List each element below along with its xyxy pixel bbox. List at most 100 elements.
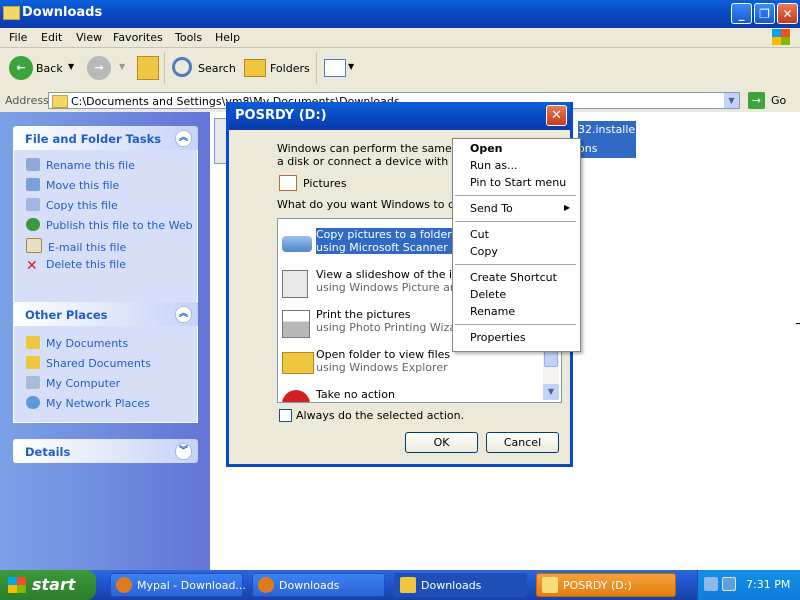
- views-icon[interactable]: [324, 59, 346, 77]
- search-button[interactable]: Search: [198, 62, 236, 75]
- menu-separator: [455, 264, 576, 265]
- action-title: Take no action: [316, 388, 395, 401]
- projector-screen-icon: [282, 270, 308, 298]
- place-my-computer[interactable]: My Computer: [26, 376, 120, 390]
- delete-x-icon: ✕: [26, 258, 38, 274]
- place-label: Shared Documents: [46, 357, 151, 370]
- back-dropdown-icon[interactable]: ▼: [68, 62, 74, 71]
- menu-item-run-as[interactable]: Run as...: [470, 159, 518, 172]
- email-icon: [26, 238, 42, 253]
- menu-favorites[interactable]: Favorites: [113, 31, 163, 44]
- menu-item-create-shortcut[interactable]: Create Shortcut: [470, 271, 557, 284]
- dialog-titlebar[interactable]: POSRDY (D:) ✕: [229, 102, 570, 130]
- views-dropdown-icon[interactable]: ▼: [348, 62, 354, 71]
- up-folder-icon[interactable]: [137, 56, 159, 80]
- content-type-label: Pictures: [303, 177, 347, 190]
- address-label: Address: [5, 94, 49, 107]
- copy-icon: [26, 198, 40, 211]
- menu-view[interactable]: View: [76, 31, 102, 44]
- always-checkbox[interactable]: [279, 409, 292, 422]
- network-tray-icon[interactable]: [704, 577, 718, 591]
- taskbar-item-label: Downloads: [421, 579, 482, 592]
- file-folder-tasks-panel: File and Folder Tasks ︽ Rename this file…: [13, 126, 198, 303]
- start-button[interactable]: start: [0, 570, 96, 600]
- go-arrow-icon[interactable]: →: [748, 92, 765, 109]
- windows-logo-icon: [772, 29, 790, 45]
- browser-icon: [258, 577, 274, 593]
- start-label: start: [32, 575, 76, 594]
- dialog-close-button[interactable]: ✕: [546, 105, 567, 126]
- task-label: Publish this file to the Web: [46, 219, 193, 232]
- back-button[interactable]: Back: [36, 62, 63, 75]
- taskbar-item-downloads-folder[interactable]: Downloads: [394, 573, 527, 597]
- address-dropdown-icon[interactable]: ▼: [724, 93, 739, 108]
- panel-title: File and Folder Tasks: [25, 132, 162, 146]
- go-button[interactable]: Go: [771, 94, 786, 107]
- task-rename[interactable]: Rename this file: [26, 158, 135, 172]
- folder-icon: [3, 6, 20, 20]
- task-copy[interactable]: Copy this file: [26, 198, 118, 212]
- task-email[interactable]: E-mail this file: [26, 238, 126, 254]
- folders-button[interactable]: Folders: [270, 62, 310, 75]
- panel-header[interactable]: Details ︾: [13, 439, 198, 463]
- menu-item-properties[interactable]: Properties: [470, 331, 526, 344]
- folders-icon[interactable]: [244, 59, 266, 77]
- collapse-chevron-icon[interactable]: ︽: [175, 306, 192, 323]
- minimize-button[interactable]: _: [731, 3, 752, 24]
- system-tray: 7:31 PM: [697, 570, 800, 600]
- move-icon: [26, 178, 40, 191]
- menu-separator: [455, 324, 576, 325]
- always-checkbox-label[interactable]: Always do the selected action.: [296, 409, 464, 422]
- back-icon[interactable]: ←: [9, 56, 33, 80]
- menu-item-cut[interactable]: Cut: [470, 228, 489, 241]
- expand-chevron-icon[interactable]: ︾: [175, 443, 192, 460]
- menu-item-send-to[interactable]: Send To: [470, 202, 513, 215]
- clock[interactable]: 7:31 PM: [746, 578, 790, 591]
- menu-edit[interactable]: Edit: [41, 31, 62, 44]
- taskbar-item-mypal[interactable]: Mypal - Download...: [110, 573, 246, 597]
- taskbar-item-posrdy[interactable]: POSRDY (D:): [536, 573, 676, 597]
- maximize-button[interactable]: ❐: [754, 3, 775, 24]
- scroll-down-icon[interactable]: ▼: [543, 384, 559, 400]
- forward-icon[interactable]: →: [87, 56, 111, 80]
- ok-button[interactable]: OK: [405, 432, 478, 453]
- place-label: My Computer: [46, 377, 121, 390]
- toolbar-separator: [316, 52, 317, 84]
- place-my-network[interactable]: My Network Places: [26, 396, 150, 410]
- task-publish[interactable]: Publish this file to the Web: [26, 218, 193, 232]
- action-item-no-action[interactable]: Take no action: [278, 384, 542, 402]
- forward-dropdown-icon[interactable]: ▼: [119, 62, 125, 71]
- menu-item-open[interactable]: Open: [470, 142, 503, 155]
- selected-file[interactable]: 32.installer(1) ons: [578, 121, 655, 158]
- menu-tools[interactable]: Tools: [175, 31, 202, 44]
- globe-icon: [26, 218, 40, 231]
- menu-item-delete[interactable]: Delete: [470, 288, 506, 301]
- place-my-documents[interactable]: My Documents: [26, 336, 128, 350]
- panel-title: Other Places: [25, 308, 108, 322]
- collapse-chevron-icon[interactable]: ︽: [175, 130, 192, 147]
- panel-header[interactable]: Other Places ︽: [13, 302, 198, 326]
- menu-file[interactable]: File: [9, 31, 27, 44]
- search-icon[interactable]: [172, 57, 192, 77]
- taskbar-item-label: POSRDY (D:): [563, 579, 632, 592]
- task-move[interactable]: Move this file: [26, 178, 119, 192]
- taskbar-item-downloads-browser[interactable]: Downloads: [252, 573, 385, 597]
- close-button[interactable]: ✕: [777, 3, 798, 24]
- menu-item-copy[interactable]: Copy: [470, 245, 498, 258]
- action-subtitle: using Windows Picture and F: [316, 281, 474, 294]
- safely-remove-icon[interactable]: [722, 577, 736, 591]
- task-label: Rename this file: [46, 159, 135, 172]
- taskbar-item-label: Downloads: [279, 579, 340, 592]
- cancel-button[interactable]: Cancel: [486, 432, 559, 453]
- place-shared-documents[interactable]: Shared Documents: [26, 356, 151, 370]
- menu-item-pin[interactable]: Pin to Start menu: [470, 176, 566, 189]
- dialog-intro-line2: a disk or connect a device with this k: [277, 155, 482, 168]
- task-delete[interactable]: ✕ Delete this file: [26, 258, 126, 273]
- menu-help[interactable]: Help: [215, 31, 240, 44]
- window-titlebar[interactable]: Downloads _ ❐ ✕: [0, 0, 800, 28]
- action-subtitle: using Microsoft Scanner and: [316, 241, 472, 254]
- task-label: Move this file: [46, 179, 120, 192]
- panel-header[interactable]: File and Folder Tasks ︽: [13, 126, 198, 150]
- taskbar-item-label: Mypal - Download...: [137, 579, 246, 592]
- menu-item-rename[interactable]: Rename: [470, 305, 515, 318]
